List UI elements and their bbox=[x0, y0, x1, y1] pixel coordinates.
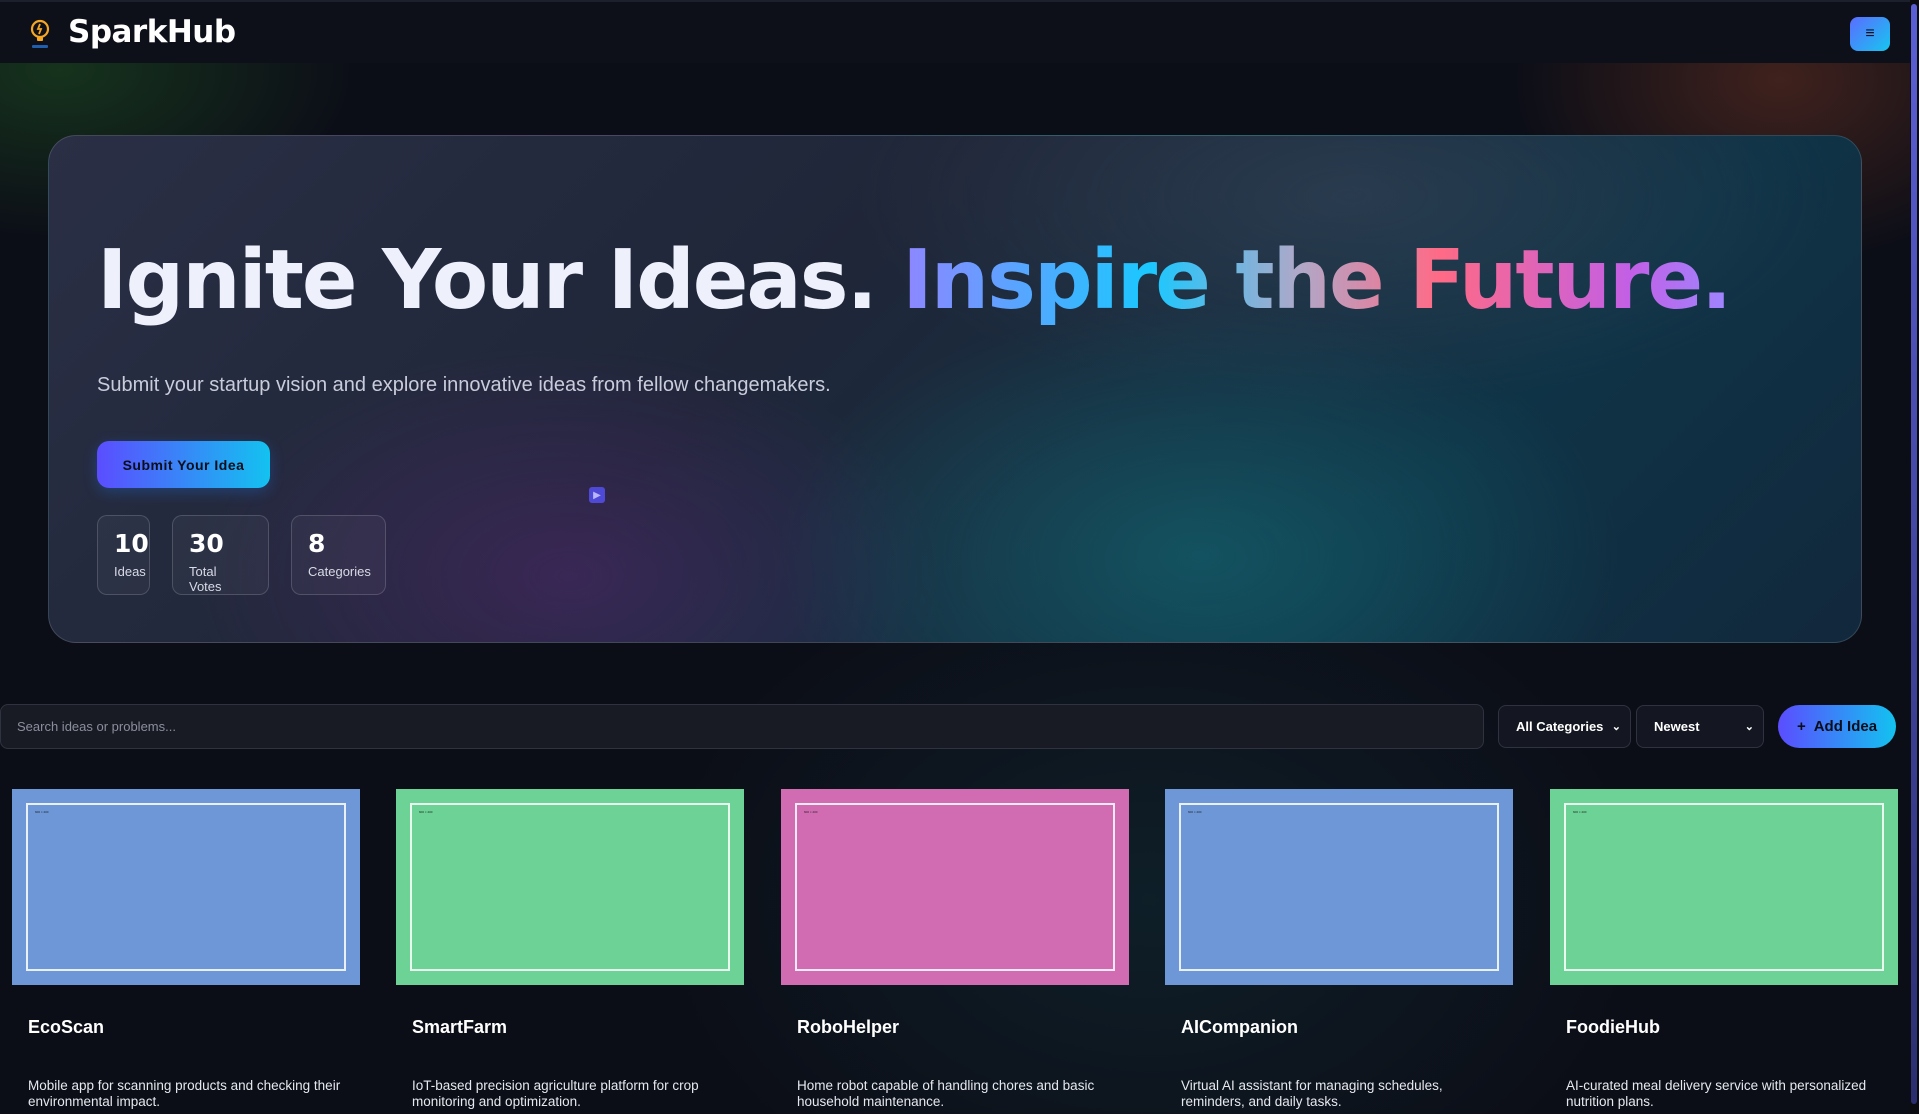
stat-total-votes: 30 Total Votes bbox=[172, 515, 269, 595]
thumbnail-frame: 600 × 400 bbox=[1564, 803, 1884, 971]
hero-section: Ignite Your Ideas. Inspire the Future. S… bbox=[48, 135, 1862, 643]
sort-select-value: Newest bbox=[1654, 719, 1700, 734]
top-navbar: SparkHub ≡ bbox=[0, 0, 1910, 63]
idea-title: FoodieHub bbox=[1566, 1017, 1660, 1037]
stat-ideas: 10 Ideas bbox=[97, 515, 150, 595]
thumbnail-text: 600 × 400 bbox=[1573, 810, 1587, 814]
thumbnail-frame: 600 × 400 bbox=[26, 803, 346, 971]
idea-title: SmartFarm bbox=[412, 1017, 508, 1037]
idea-card[interactable]: 600 × 400 RoboHelper Home robot capable … bbox=[781, 789, 1129, 1114]
sort-select[interactable]: Newest ⌄ bbox=[1636, 705, 1764, 748]
idea-description: IoT-based precision agriculture platform… bbox=[412, 1078, 699, 1109]
idea-card[interactable]: 600 × 400 EcoScan Mobile app for scannin… bbox=[12, 789, 360, 1114]
idea-thumbnail: 600 × 400 bbox=[12, 789, 360, 985]
hero-subtitle: Submit your startup vision and explore i… bbox=[97, 374, 831, 396]
stat-value: 10 bbox=[114, 529, 149, 558]
thumbnail-frame: 600 × 400 bbox=[795, 803, 1115, 971]
idea-card[interactable]: 600 × 400 FoodieHub AI-curated meal deli… bbox=[1550, 789, 1898, 1114]
hero-title-gradient: Inspire the Future. bbox=[902, 233, 1732, 328]
idea-thumbnail: 600 × 400 bbox=[1165, 789, 1513, 985]
idea-description: Mobile app for scanning products and che… bbox=[28, 1078, 341, 1109]
idea-description: Virtual AI assistant for managing schedu… bbox=[1181, 1078, 1443, 1109]
thumbnail-text: 600 × 400 bbox=[35, 810, 49, 814]
thumbnail-text: 600 × 400 bbox=[1188, 810, 1202, 814]
add-idea-button[interactable]: + Add Idea bbox=[1778, 705, 1896, 748]
category-select[interactable]: All Categories ⌄ bbox=[1498, 705, 1631, 748]
idea-card[interactable]: 600 × 400 AICompanion Virtual AI assista… bbox=[1165, 789, 1513, 1114]
lightbulb-icon[interactable] bbox=[24, 16, 56, 52]
play-icon[interactable]: ▶ bbox=[589, 487, 605, 503]
search-input[interactable] bbox=[0, 704, 1484, 749]
idea-thumbnail: 600 × 400 bbox=[1550, 789, 1898, 985]
menu-icon: ≡ bbox=[1865, 25, 1875, 42]
stat-value: 8 bbox=[308, 529, 326, 558]
add-idea-label: Add Idea bbox=[1813, 718, 1878, 735]
hero-title: Ignite Your Ideas. Inspire the Future. bbox=[97, 233, 1732, 328]
idea-thumbnail: 600 × 400 bbox=[781, 789, 1129, 985]
stat-label: Ideas bbox=[114, 564, 146, 579]
idea-description: Home robot capable of handling chores an… bbox=[797, 1078, 1095, 1109]
chevron-down-icon: ⌄ bbox=[1744, 721, 1754, 733]
chevron-down-icon: ⌄ bbox=[1611, 721, 1621, 733]
thumbnail-text: 600 × 400 bbox=[419, 810, 433, 814]
thumbnail-frame: 600 × 400 bbox=[410, 803, 730, 971]
stat-label: Categories bbox=[308, 564, 371, 579]
stat-value: 30 bbox=[189, 529, 224, 558]
idea-title: AICompanion bbox=[1181, 1017, 1298, 1037]
idea-thumbnail: 600 × 400 bbox=[396, 789, 744, 985]
stat-categories: 8 Categories bbox=[291, 515, 386, 595]
idea-title: EcoScan bbox=[28, 1017, 105, 1037]
scrollbar-thumb[interactable] bbox=[1911, 4, 1917, 1104]
brand-name[interactable]: SparkHub bbox=[68, 14, 236, 50]
menu-button[interactable]: ≡ bbox=[1850, 17, 1890, 51]
hero-title-plain: Ignite Your Ideas. bbox=[97, 233, 878, 328]
category-select-value: All Categories bbox=[1516, 719, 1604, 734]
stat-label: Total Votes bbox=[189, 564, 222, 594]
plus-icon: + bbox=[1796, 718, 1806, 735]
stats-row: 10 Ideas 30 Total Votes 8 Categories bbox=[97, 515, 386, 595]
thumbnail-text: 600 × 400 bbox=[804, 810, 818, 814]
idea-title: RoboHelper bbox=[797, 1017, 900, 1037]
idea-card[interactable]: 600 × 400 SmartFarm IoT-based precision … bbox=[396, 789, 744, 1114]
idea-description: AI-curated meal delivery service with pe… bbox=[1566, 1078, 1867, 1109]
submit-idea-button[interactable]: Submit Your Idea bbox=[97, 441, 270, 488]
thumbnail-frame: 600 × 400 bbox=[1179, 803, 1499, 971]
